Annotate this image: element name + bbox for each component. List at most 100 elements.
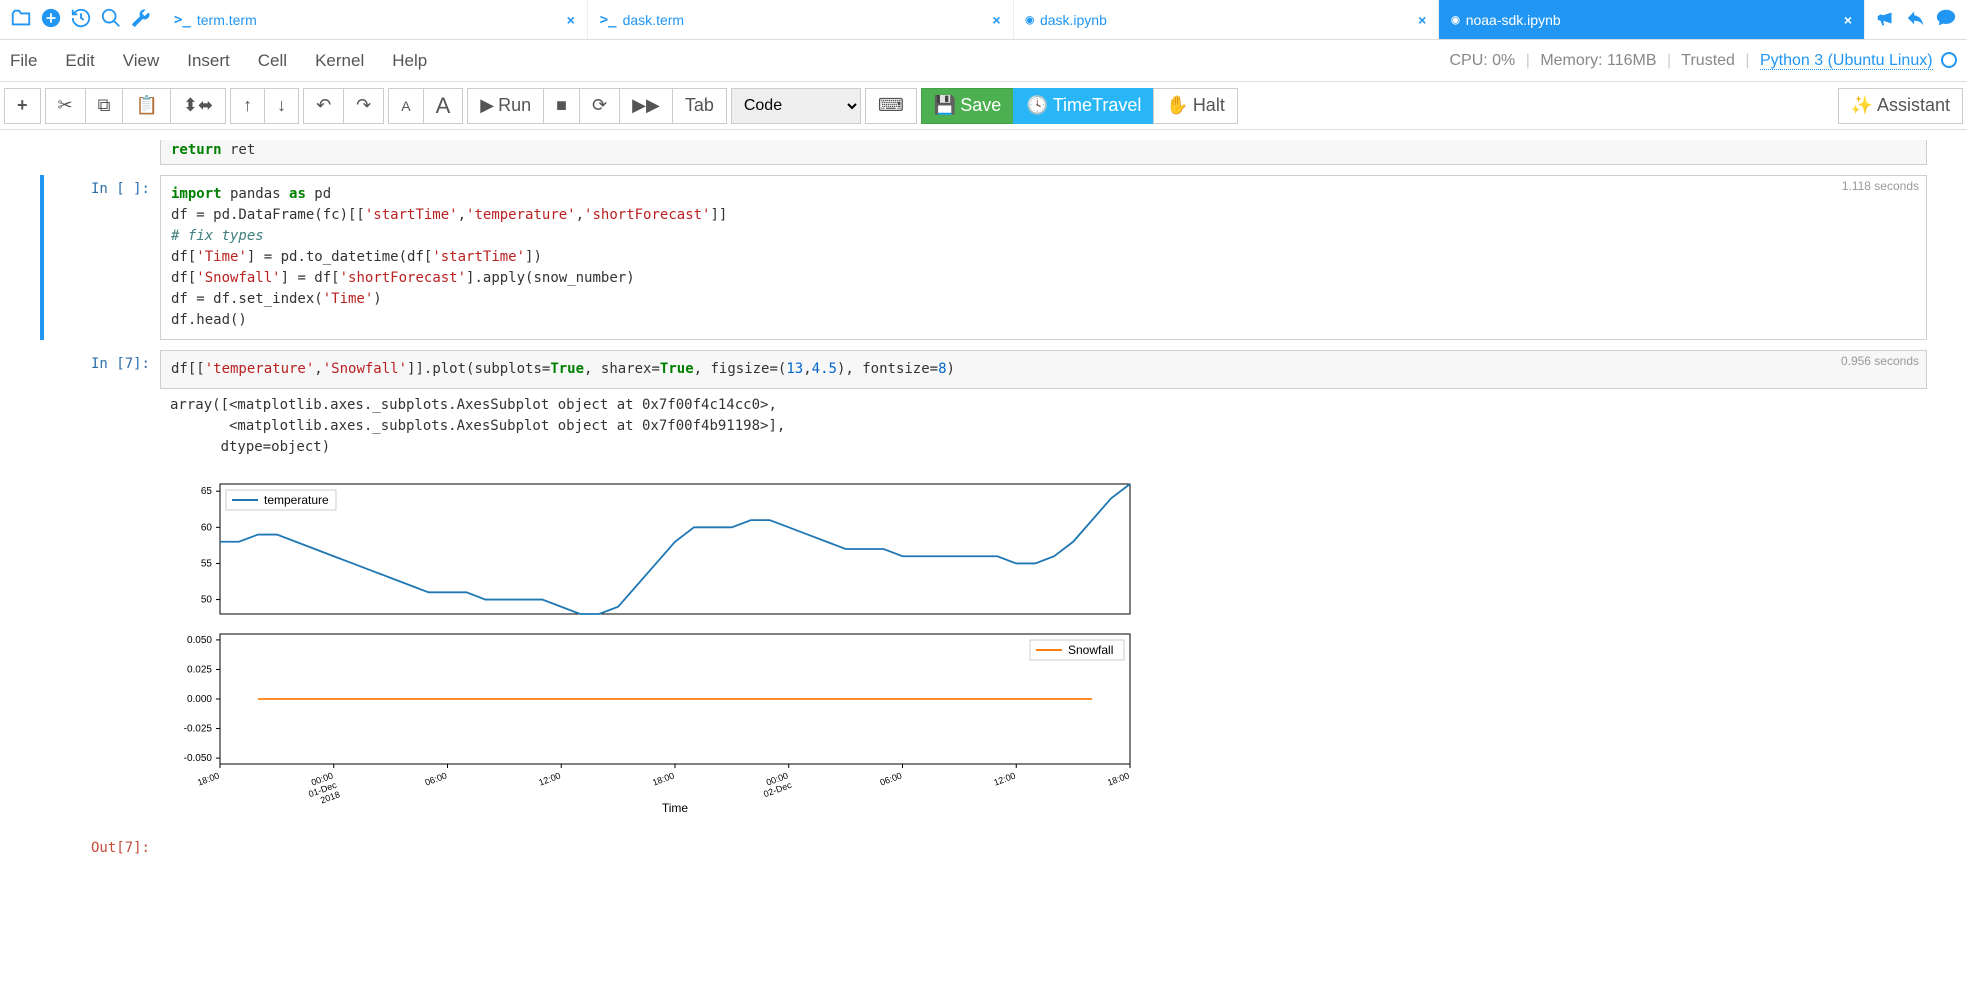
format-button[interactable]: ⬍⬌ [170, 88, 226, 124]
assistant-button[interactable]: ✨ Assistant [1838, 88, 1963, 124]
menu-kernel[interactable]: Kernel [315, 51, 364, 71]
svg-text:-0.025: -0.025 [184, 724, 213, 735]
menu-bar: File Edit View Insert Cell Kernel Help CPU: 0%… [0, 40, 1967, 82]
folder-open-icon[interactable] [10, 7, 32, 32]
tab-bar: >_ term.term × >_ dask.term × ◉ dask.ipynb × ◉ noa… [0, 0, 1967, 40]
tab-noaa-sdk-ipynb[interactable]: ◉ noaa-sdk.ipynb × [1439, 0, 1865, 39]
timetravel-button[interactable]: 🕓 TimeTravel [1013, 88, 1154, 124]
history-icon[interactable] [70, 7, 92, 32]
menu-file[interactable]: File [10, 51, 37, 71]
redo-button[interactable]: ↷ [343, 88, 384, 124]
chat-icon[interactable] [1935, 7, 1957, 32]
menu-insert[interactable]: Insert [187, 51, 230, 71]
svg-text:06:00: 06:00 [424, 770, 449, 787]
jupyter-icon: ◉ [1451, 12, 1459, 28]
run-all-button[interactable]: ▶▶ [619, 88, 673, 124]
svg-text:-0.050: -0.050 [184, 753, 213, 764]
menu-help[interactable]: Help [392, 51, 427, 71]
move-up-button[interactable]: ↑ [230, 88, 265, 124]
svg-text:0.000: 0.000 [187, 694, 212, 705]
copy-button[interactable]: ⧉ [85, 88, 124, 124]
chart-output: 50 55 60 65 temperature -0.050 -0.025 0.000 0.02… [160, 464, 1927, 824]
tab-label: noaa-sdk.ipynb [1466, 12, 1561, 28]
svg-text:0.025: 0.025 [187, 664, 212, 675]
bullhorn-icon[interactable] [1875, 7, 1897, 32]
svg-text:Time: Time [662, 801, 689, 815]
terminal-icon: >_ [174, 12, 191, 28]
save-button[interactable]: 💾 Save [921, 88, 1014, 124]
terminal-icon: >_ [600, 12, 617, 28]
svg-text:18:00: 18:00 [651, 770, 676, 787]
exec-time: 1.118 seconds [1842, 179, 1919, 193]
jupyter-icon: ◉ [1026, 12, 1034, 28]
output-prompt: Out[7]: [40, 834, 160, 856]
close-icon[interactable]: × [992, 12, 1000, 28]
output-text: array([<matplotlib.axes._subplots.AxesSu… [160, 389, 1927, 464]
keyboard-button[interactable]: ⌨ [865, 88, 917, 124]
trusted-status: Trusted [1681, 52, 1735, 69]
cut-button[interactable]: ✂ [45, 88, 86, 124]
svg-text:50: 50 [201, 595, 213, 606]
code-fragment: return ret [160, 140, 1927, 165]
cell-input-1[interactable]: In [ ]: 1.118 seconds import pandas as p… [40, 175, 1927, 340]
tab-dask-ipynb[interactable]: ◉ dask.ipynb × [1014, 0, 1440, 39]
kernel-idle-icon[interactable] [1941, 52, 1957, 68]
svg-text:18:00: 18:00 [1106, 770, 1131, 787]
svg-text:0.050: 0.050 [187, 635, 212, 646]
exec-time: 0.956 seconds [1841, 354, 1919, 368]
undo-button[interactable]: ↶ [303, 88, 344, 124]
input-prompt: In [ ]: [44, 175, 160, 340]
tab-label: dask.ipynb [1040, 12, 1107, 28]
paste-button[interactable]: 📋 [122, 88, 170, 124]
reply-icon[interactable] [1905, 7, 1927, 32]
move-down-button[interactable]: ↓ [264, 88, 299, 124]
close-icon[interactable]: × [1844, 12, 1852, 28]
right-icons [1865, 7, 1967, 32]
menu-edit[interactable]: Edit [65, 51, 94, 71]
svg-text:Snowfall: Snowfall [1068, 643, 1113, 657]
top-tool-icons [0, 7, 162, 32]
svg-text:55: 55 [201, 558, 213, 569]
tab-button[interactable]: Tab [672, 88, 727, 124]
cell-type-select[interactable]: Code [731, 88, 861, 124]
cell-input-2[interactable]: In [7]: 0.956 seconds df[['temperature',… [40, 350, 1927, 824]
kernel-name[interactable]: Python 3 (Ubuntu Linux) [1760, 52, 1933, 70]
tab-term-term[interactable]: >_ term.term × [162, 0, 588, 39]
tab-dask-term[interactable]: >_ dask.term × [588, 0, 1014, 39]
input-prompt: In [7]: [40, 350, 160, 824]
font-small-button[interactable]: A [388, 88, 423, 124]
run-button[interactable]: ▶ Run [467, 88, 544, 124]
svg-text:60: 60 [201, 522, 213, 533]
plus-circle-icon[interactable] [40, 7, 62, 32]
memory-status: Memory: 116MB [1540, 52, 1656, 69]
svg-text:18:00: 18:00 [196, 770, 221, 787]
notebook-area: return ret In [ ]: 1.118 seconds import … [0, 130, 1967, 876]
status-bar: CPU: 0% | Memory: 116MB | Trusted | Pyth… [1449, 52, 1957, 70]
code-input[interactable]: df[['temperature','Snowfall']].plot(subp… [160, 350, 1927, 389]
svg-text:12:00: 12:00 [537, 770, 562, 787]
add-cell-button[interactable]: + [4, 88, 41, 124]
restart-button[interactable]: ⟳ [579, 88, 620, 124]
close-icon[interactable]: × [1418, 12, 1426, 28]
svg-text:06:00: 06:00 [879, 770, 904, 787]
tabs: >_ term.term × >_ dask.term × ◉ dask.ipynb × ◉ noa… [162, 0, 1865, 39]
svg-text:12:00: 12:00 [992, 770, 1017, 787]
menu-cell[interactable]: Cell [258, 51, 287, 71]
svg-text:temperature: temperature [264, 493, 329, 507]
search-icon[interactable] [100, 7, 122, 32]
code-input[interactable]: import pandas as pd df = pd.DataFrame(fc… [160, 175, 1927, 340]
menu-view[interactable]: View [123, 51, 160, 71]
halt-button[interactable]: ✋ Halt [1153, 88, 1237, 124]
cell-output-7: Out[7]: [40, 834, 1927, 856]
stop-button[interactable]: ■ [543, 88, 580, 124]
font-large-button[interactable]: A [423, 88, 464, 124]
matplotlib-figure: 50 55 60 65 temperature -0.050 -0.025 0.000 0.02… [160, 474, 1140, 824]
svg-text:65: 65 [201, 486, 213, 497]
tab-label: term.term [197, 12, 257, 28]
close-icon[interactable]: × [567, 12, 575, 28]
prev-cell-tail: return ret [40, 140, 1927, 165]
toolbar: + ✂ ⧉ 📋 ⬍⬌ ↑ ↓ ↶ ↷ A A ▶ Run ■ ⟳ ▶▶ Tab … [0, 82, 1967, 130]
cpu-status: CPU: 0% [1449, 52, 1515, 69]
wrench-icon[interactable] [130, 7, 152, 32]
tab-label: dask.term [623, 12, 684, 28]
